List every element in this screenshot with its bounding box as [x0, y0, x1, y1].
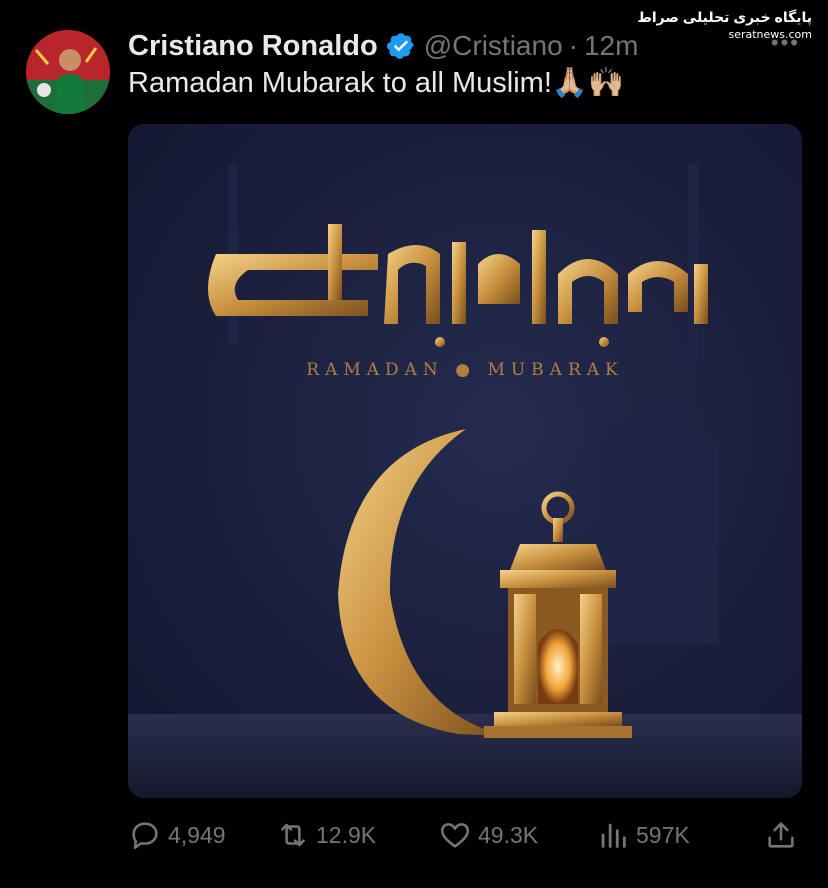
- more-options-icon[interactable]: •••: [771, 30, 800, 56]
- avatar-image: [26, 30, 110, 114]
- tweet-header: Cristiano Ronaldo @Cristiano · 12m: [128, 26, 638, 66]
- media-subtitle: RAMADAN ● MUBARAK: [306, 360, 624, 380]
- retweet-icon: [281, 823, 305, 847]
- heart-icon: [440, 823, 470, 848]
- reply-button[interactable]: 4,949: [128, 812, 226, 858]
- watermark-title: پایگاه خبری تحلیلی صراط: [637, 9, 812, 25]
- tweet-text: Ramadan Mubarak to all Muslim!🙏🏼🙌🏼: [128, 67, 625, 99]
- avatar[interactable]: [26, 30, 110, 114]
- tweet-actions-bar: 4,949 12.9K 49.3K 597K: [128, 812, 802, 858]
- tweet-card[interactable]: Cristiano Ronaldo @Cristiano · 12m پایگا…: [0, 0, 828, 888]
- author-name[interactable]: Cristiano Ronaldo: [128, 30, 378, 63]
- like-count: 49.3K: [478, 821, 539, 848]
- retweet-button[interactable]: 12.9K: [276, 812, 376, 858]
- tweet-media-image[interactable]: RAMADAN ● MUBARAK: [128, 124, 802, 798]
- like-button[interactable]: 49.3K: [438, 812, 538, 858]
- reply-icon: [132, 822, 158, 850]
- verified-badge-icon: [386, 33, 414, 59]
- views-count: 597K: [636, 821, 690, 848]
- reply-count: 4,949: [168, 821, 226, 848]
- views-icon: [601, 823, 626, 848]
- share-icon: [768, 822, 794, 848]
- author-handle[interactable]: @Cristiano: [424, 30, 563, 62]
- separator-dot: ·: [568, 30, 578, 61]
- mosque-silhouette: [228, 164, 718, 644]
- retweet-count: 12.9K: [316, 821, 377, 848]
- crescent-moon-shape: [338, 429, 508, 736]
- ramadan-illustration: [128, 164, 802, 798]
- tweet-timestamp[interactable]: 12m: [584, 30, 638, 62]
- views-button[interactable]: 597K: [596, 812, 690, 858]
- arabic-calligraphy: [208, 224, 708, 347]
- share-button[interactable]: [764, 812, 804, 858]
